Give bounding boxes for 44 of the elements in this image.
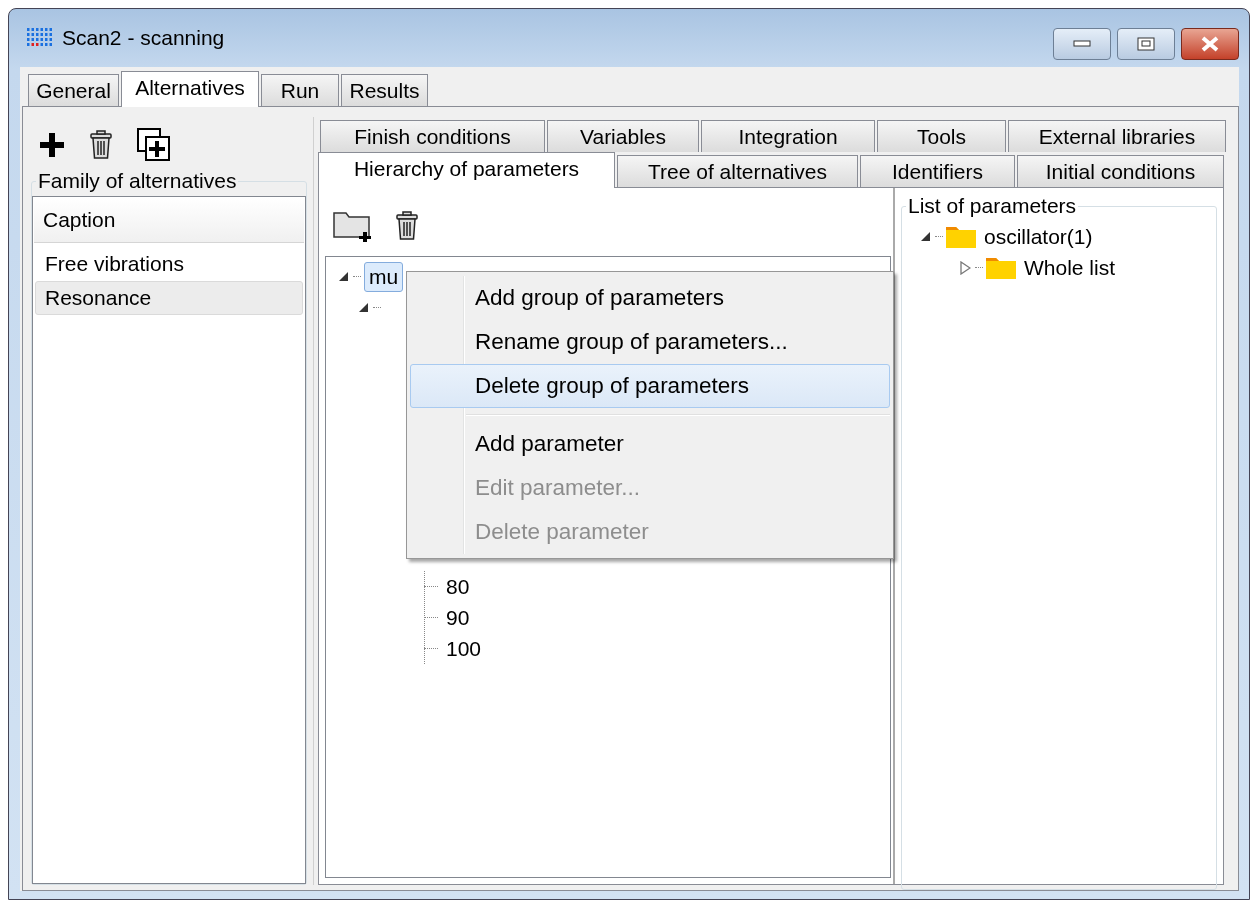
tab[interactable]: General [28,74,119,106]
app-icon [26,27,54,49]
tab[interactable]: Alternatives [121,71,259,107]
list-item[interactable]: Resonance [35,281,303,315]
expanded-arrow-icon[interactable] [357,302,369,313]
plus-icon[interactable] [39,132,65,158]
minimize-icon [1073,40,1091,48]
tab[interactable]: External libraries [1008,120,1226,152]
tab[interactable]: Tree of alternatives [617,155,858,187]
tree-item[interactable]: mu [364,261,404,292]
folder-icon [986,256,1016,279]
duplicate-icon[interactable] [137,128,171,162]
close-icon [1199,36,1221,52]
menu-item[interactable]: Delete group of parameters [410,364,890,408]
menu-item[interactable]: Add group of parameters [410,276,890,320]
maximize-icon [1137,37,1155,51]
window-title: Scan2 - scanning [62,26,225,50]
tree-item[interactable]: 100 [441,633,487,664]
collapsed-arrow-icon[interactable] [959,260,971,275]
tab[interactable]: Finish conditions [320,120,545,152]
tab[interactable]: Run [261,74,339,106]
menu-item[interactable]: Add parameter [410,422,890,466]
tab[interactable]: Results [341,74,428,106]
tree-item[interactable]: Whole list [1019,252,1121,283]
new-folder-icon[interactable] [333,210,373,242]
tab[interactable]: Identifiers [860,155,1015,187]
close-button[interactable] [1181,28,1239,60]
tab[interactable]: Hierarchy of parameters [318,152,615,188]
tree-item[interactable]: 90 [441,602,475,633]
expanded-arrow-icon[interactable] [919,231,931,242]
tab[interactable]: Integration [701,120,875,152]
minimize-button[interactable] [1053,28,1111,60]
tab[interactable]: Initial conditions [1017,155,1224,187]
folder-icon [946,225,976,248]
tree-item[interactable]: 80 [441,571,475,602]
trash-icon[interactable] [395,211,419,241]
list-item[interactable]: Free vibrations [35,247,303,281]
menu-item[interactable]: Rename group of parameters... [410,320,890,364]
maximize-button[interactable] [1117,28,1175,60]
tab[interactable]: Tools [877,120,1006,152]
tab[interactable]: Variables [547,120,699,152]
trash-icon[interactable] [89,130,113,160]
expanded-arrow-icon[interactable] [337,271,349,282]
tree-item[interactable]: oscillator(1) [979,221,1098,252]
